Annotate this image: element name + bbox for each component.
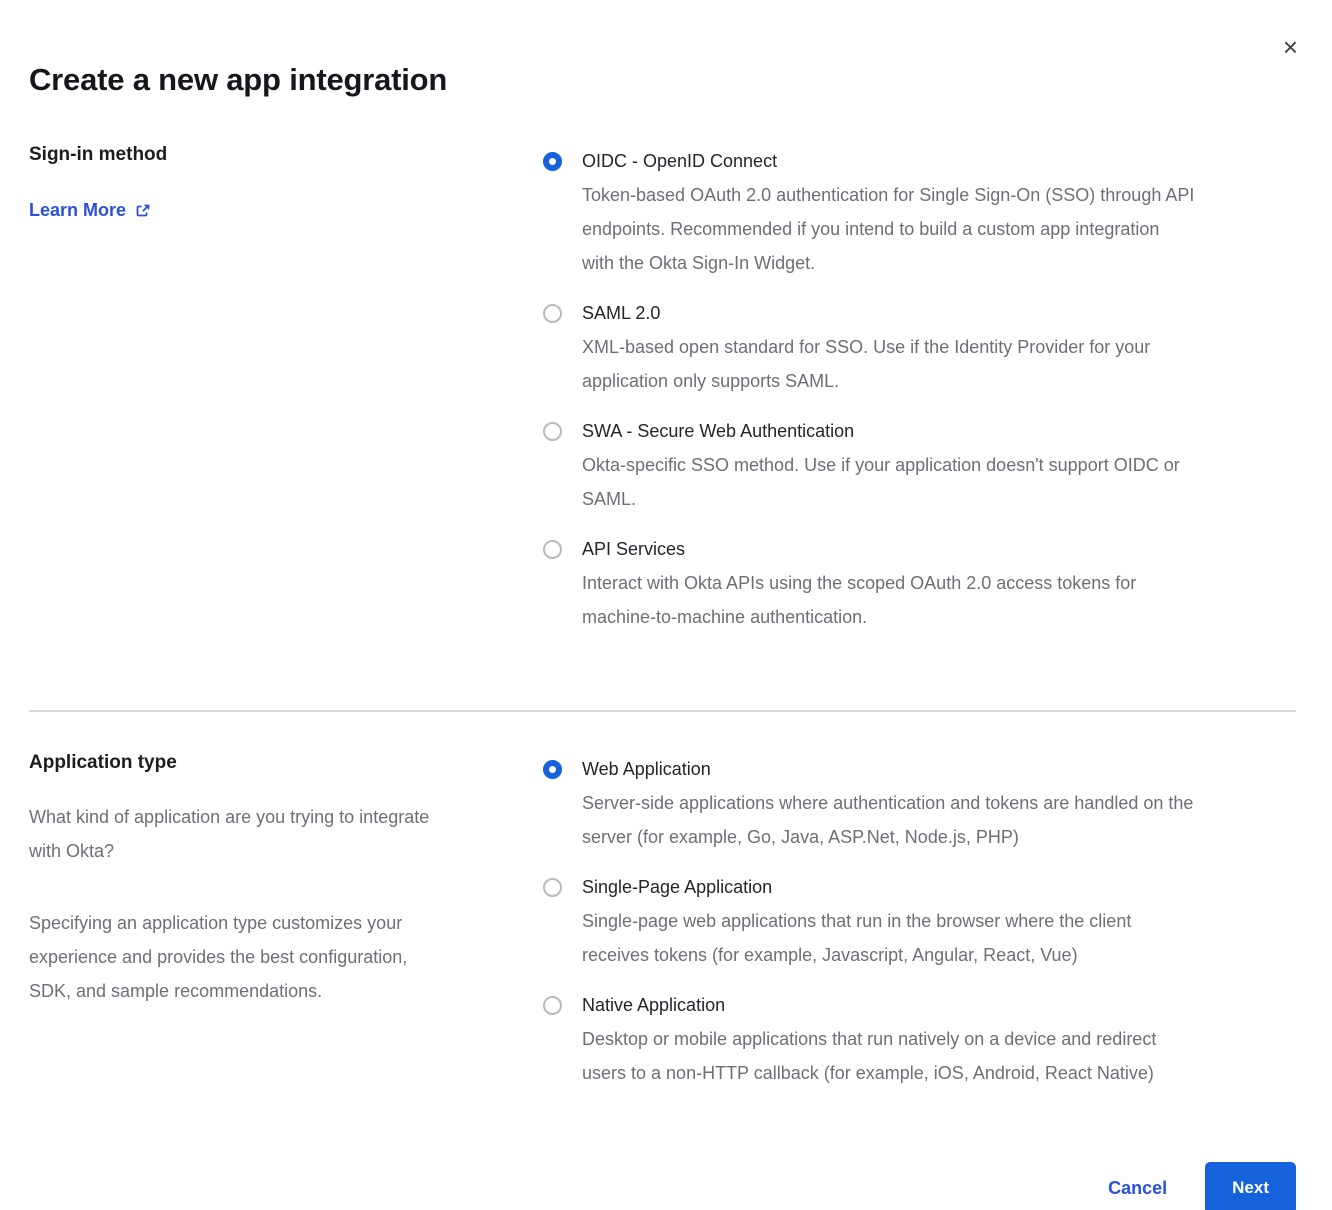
radio-option-row[interactable]: SWA - Secure Web Authentication Okta-spe…	[543, 414, 1296, 516]
radio-option-row[interactable]: Native Application Desktop or mobile app…	[543, 988, 1296, 1090]
radio-option-row[interactable]: Web Application Server-side applications…	[543, 752, 1296, 854]
cancel-button[interactable]: Cancel	[1108, 1178, 1167, 1199]
radio-button-icon[interactable]	[543, 304, 562, 323]
radio-option-description: Server-side applications where authentic…	[582, 786, 1193, 854]
radio-option-description: Desktop or mobile applications that run …	[582, 1022, 1156, 1090]
radio-option-label: API Services	[582, 532, 1136, 566]
application-type-section: Application type What kind of applicatio…	[29, 752, 1296, 1106]
radio-option-description: Okta-specific SSO method. Use if your ap…	[582, 448, 1180, 516]
radio-option-row[interactable]: OIDC - OpenID Connect Token-based OAuth …	[543, 144, 1296, 280]
learn-more-link[interactable]: Learn More	[29, 200, 151, 221]
radio-option-row[interactable]: API Services Interact with Okta APIs usi…	[543, 532, 1296, 634]
next-button[interactable]: Next	[1205, 1162, 1296, 1210]
dialog-title: Create a new app integration	[29, 62, 1296, 98]
application-type-question: What kind of application are you trying …	[29, 800, 523, 868]
radio-option-description: Token-based OAuth 2.0 authentication for…	[582, 178, 1194, 280]
radio-option-description: Single-page web applications that run in…	[582, 904, 1131, 972]
radio-button-icon[interactable]	[543, 996, 562, 1015]
radio-option-label: SAML 2.0	[582, 296, 1150, 330]
radio-button-icon[interactable]	[543, 422, 562, 441]
radio-option-description: XML-based open standard for SSO. Use if …	[582, 330, 1150, 398]
signin-method-section: Sign-in method Learn More OIDC - OpenID …	[29, 144, 1296, 650]
application-type-explainer: Specifying an application type customize…	[29, 906, 523, 1008]
radio-option-label: OIDC - OpenID Connect	[582, 144, 1194, 178]
radio-option-label: SWA - Secure Web Authentication	[582, 414, 1180, 448]
dialog-footer: Cancel Next	[29, 1162, 1296, 1210]
close-icon[interactable]: ×	[1283, 34, 1298, 60]
radio-button-icon[interactable]	[543, 540, 562, 559]
create-app-integration-dialog: × Create a new app integration Sign-in m…	[0, 0, 1332, 1210]
radio-option-label: Single-Page Application	[582, 870, 1131, 904]
application-type-options-list: Web Application Server-side applications…	[543, 752, 1296, 1106]
radio-button-icon[interactable]	[543, 878, 562, 897]
external-link-icon	[135, 203, 151, 219]
radio-option-description: Interact with Okta APIs using the scoped…	[582, 566, 1136, 634]
radio-option-row[interactable]: Single-Page Application Single-page web …	[543, 870, 1296, 972]
radio-option-label: Web Application	[582, 752, 1193, 786]
radio-button-icon[interactable]	[543, 152, 562, 171]
application-type-heading: Application type	[29, 752, 523, 774]
radio-button-icon[interactable]	[543, 760, 562, 779]
section-divider	[29, 710, 1296, 712]
signin-method-heading: Sign-in method	[29, 144, 523, 166]
signin-options-list: OIDC - OpenID Connect Token-based OAuth …	[543, 144, 1296, 650]
radio-option-label: Native Application	[582, 988, 1156, 1022]
radio-option-row[interactable]: SAML 2.0 XML-based open standard for SSO…	[543, 296, 1296, 398]
learn-more-label: Learn More	[29, 200, 126, 221]
